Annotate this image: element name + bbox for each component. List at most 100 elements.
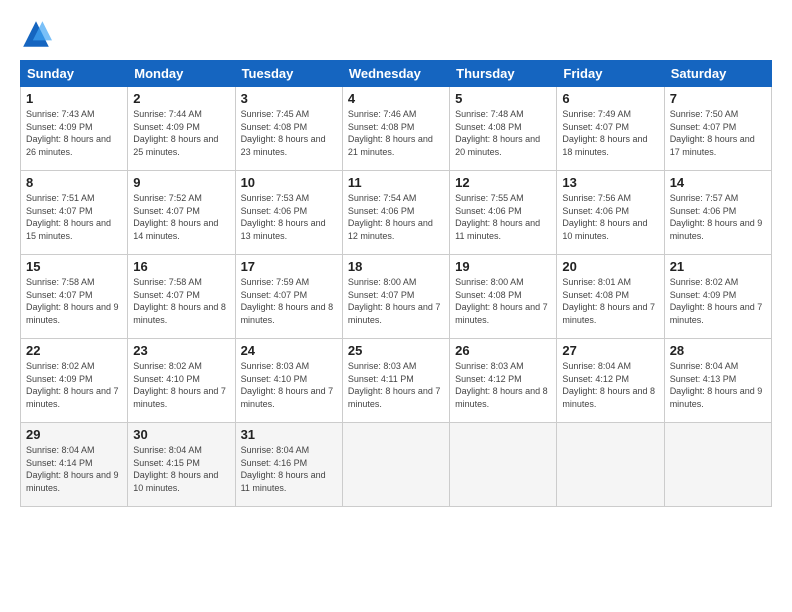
cell-details: Sunrise: 8:00 AMSunset: 4:08 PMDaylight:…	[455, 277, 548, 325]
week-row-3: 15 Sunrise: 7:58 AMSunset: 4:07 PMDaylig…	[21, 255, 772, 339]
cell-details: Sunrise: 7:57 AMSunset: 4:06 PMDaylight:…	[670, 193, 763, 241]
cell-details: Sunrise: 8:04 AMSunset: 4:14 PMDaylight:…	[26, 445, 119, 493]
cell-details: Sunrise: 8:02 AMSunset: 4:09 PMDaylight:…	[670, 277, 763, 325]
calendar-cell: 5 Sunrise: 7:48 AMSunset: 4:08 PMDayligh…	[450, 87, 557, 171]
calendar-cell: 16 Sunrise: 7:58 AMSunset: 4:07 PMDaylig…	[128, 255, 235, 339]
calendar-cell: 14 Sunrise: 7:57 AMSunset: 4:06 PMDaylig…	[664, 171, 771, 255]
calendar-cell: 25 Sunrise: 8:03 AMSunset: 4:11 PMDaylig…	[342, 339, 449, 423]
calendar-cell: 23 Sunrise: 8:02 AMSunset: 4:10 PMDaylig…	[128, 339, 235, 423]
logo-icon	[20, 18, 52, 50]
cell-details: Sunrise: 7:54 AMSunset: 4:06 PMDaylight:…	[348, 193, 433, 241]
day-number: 27	[562, 343, 658, 358]
calendar-cell	[450, 423, 557, 507]
calendar-cell: 7 Sunrise: 7:50 AMSunset: 4:07 PMDayligh…	[664, 87, 771, 171]
day-header-friday: Friday	[557, 61, 664, 87]
calendar-cell: 12 Sunrise: 7:55 AMSunset: 4:06 PMDaylig…	[450, 171, 557, 255]
day-number: 16	[133, 259, 229, 274]
day-header-sunday: Sunday	[21, 61, 128, 87]
day-number: 3	[241, 91, 337, 106]
day-number: 9	[133, 175, 229, 190]
day-number: 15	[26, 259, 122, 274]
calendar-cell: 10 Sunrise: 7:53 AMSunset: 4:06 PMDaylig…	[235, 171, 342, 255]
cell-details: Sunrise: 7:55 AMSunset: 4:06 PMDaylight:…	[455, 193, 540, 241]
calendar-cell: 31 Sunrise: 8:04 AMSunset: 4:16 PMDaylig…	[235, 423, 342, 507]
calendar-cell: 27 Sunrise: 8:04 AMSunset: 4:12 PMDaylig…	[557, 339, 664, 423]
cell-details: Sunrise: 8:04 AMSunset: 4:15 PMDaylight:…	[133, 445, 218, 493]
day-number: 7	[670, 91, 766, 106]
day-number: 1	[26, 91, 122, 106]
cell-details: Sunrise: 7:58 AMSunset: 4:07 PMDaylight:…	[26, 277, 119, 325]
cell-details: Sunrise: 8:04 AMSunset: 4:16 PMDaylight:…	[241, 445, 326, 493]
calendar-cell: 30 Sunrise: 8:04 AMSunset: 4:15 PMDaylig…	[128, 423, 235, 507]
cell-details: Sunrise: 7:49 AMSunset: 4:07 PMDaylight:…	[562, 109, 647, 157]
header	[20, 18, 772, 50]
calendar-cell: 18 Sunrise: 8:00 AMSunset: 4:07 PMDaylig…	[342, 255, 449, 339]
calendar-cell: 20 Sunrise: 8:01 AMSunset: 4:08 PMDaylig…	[557, 255, 664, 339]
cell-details: Sunrise: 8:01 AMSunset: 4:08 PMDaylight:…	[562, 277, 655, 325]
day-number: 23	[133, 343, 229, 358]
calendar-cell: 9 Sunrise: 7:52 AMSunset: 4:07 PMDayligh…	[128, 171, 235, 255]
week-row-5: 29 Sunrise: 8:04 AMSunset: 4:14 PMDaylig…	[21, 423, 772, 507]
calendar-cell: 8 Sunrise: 7:51 AMSunset: 4:07 PMDayligh…	[21, 171, 128, 255]
day-number: 20	[562, 259, 658, 274]
day-number: 8	[26, 175, 122, 190]
calendar-cell: 24 Sunrise: 8:03 AMSunset: 4:10 PMDaylig…	[235, 339, 342, 423]
cell-details: Sunrise: 7:45 AMSunset: 4:08 PMDaylight:…	[241, 109, 326, 157]
calendar-cell: 21 Sunrise: 8:02 AMSunset: 4:09 PMDaylig…	[664, 255, 771, 339]
cell-details: Sunrise: 7:56 AMSunset: 4:06 PMDaylight:…	[562, 193, 647, 241]
calendar-cell	[557, 423, 664, 507]
day-number: 28	[670, 343, 766, 358]
calendar-body: 1 Sunrise: 7:43 AMSunset: 4:09 PMDayligh…	[21, 87, 772, 507]
calendar-cell: 28 Sunrise: 8:04 AMSunset: 4:13 PMDaylig…	[664, 339, 771, 423]
calendar-cell: 19 Sunrise: 8:00 AMSunset: 4:08 PMDaylig…	[450, 255, 557, 339]
cell-details: Sunrise: 7:50 AMSunset: 4:07 PMDaylight:…	[670, 109, 755, 157]
day-number: 29	[26, 427, 122, 442]
day-number: 18	[348, 259, 444, 274]
page: SundayMondayTuesdayWednesdayThursdayFrid…	[0, 0, 792, 612]
day-number: 11	[348, 175, 444, 190]
day-header-tuesday: Tuesday	[235, 61, 342, 87]
cell-details: Sunrise: 7:48 AMSunset: 4:08 PMDaylight:…	[455, 109, 540, 157]
calendar-cell: 1 Sunrise: 7:43 AMSunset: 4:09 PMDayligh…	[21, 87, 128, 171]
day-number: 19	[455, 259, 551, 274]
cell-details: Sunrise: 7:52 AMSunset: 4:07 PMDaylight:…	[133, 193, 218, 241]
day-number: 14	[670, 175, 766, 190]
cell-details: Sunrise: 8:02 AMSunset: 4:09 PMDaylight:…	[26, 361, 119, 409]
logo	[20, 18, 56, 50]
calendar-cell: 26 Sunrise: 8:03 AMSunset: 4:12 PMDaylig…	[450, 339, 557, 423]
calendar-cell: 2 Sunrise: 7:44 AMSunset: 4:09 PMDayligh…	[128, 87, 235, 171]
cell-details: Sunrise: 7:53 AMSunset: 4:06 PMDaylight:…	[241, 193, 326, 241]
day-number: 12	[455, 175, 551, 190]
calendar-cell	[664, 423, 771, 507]
cell-details: Sunrise: 8:00 AMSunset: 4:07 PMDaylight:…	[348, 277, 441, 325]
day-number: 25	[348, 343, 444, 358]
day-number: 2	[133, 91, 229, 106]
day-header-saturday: Saturday	[664, 61, 771, 87]
day-header-wednesday: Wednesday	[342, 61, 449, 87]
calendar-cell: 15 Sunrise: 7:58 AMSunset: 4:07 PMDaylig…	[21, 255, 128, 339]
day-number: 17	[241, 259, 337, 274]
calendar-cell: 3 Sunrise: 7:45 AMSunset: 4:08 PMDayligh…	[235, 87, 342, 171]
cell-details: Sunrise: 7:46 AMSunset: 4:08 PMDaylight:…	[348, 109, 433, 157]
calendar-table: SundayMondayTuesdayWednesdayThursdayFrid…	[20, 60, 772, 507]
cell-details: Sunrise: 8:04 AMSunset: 4:12 PMDaylight:…	[562, 361, 655, 409]
cell-details: Sunrise: 7:58 AMSunset: 4:07 PMDaylight:…	[133, 277, 226, 325]
calendar-header: SundayMondayTuesdayWednesdayThursdayFrid…	[21, 61, 772, 87]
cell-details: Sunrise: 7:59 AMSunset: 4:07 PMDaylight:…	[241, 277, 334, 325]
calendar-cell: 29 Sunrise: 8:04 AMSunset: 4:14 PMDaylig…	[21, 423, 128, 507]
cell-details: Sunrise: 8:02 AMSunset: 4:10 PMDaylight:…	[133, 361, 226, 409]
day-number: 22	[26, 343, 122, 358]
cell-details: Sunrise: 8:04 AMSunset: 4:13 PMDaylight:…	[670, 361, 763, 409]
day-number: 26	[455, 343, 551, 358]
cell-details: Sunrise: 7:43 AMSunset: 4:09 PMDaylight:…	[26, 109, 111, 157]
calendar-cell: 13 Sunrise: 7:56 AMSunset: 4:06 PMDaylig…	[557, 171, 664, 255]
day-number: 24	[241, 343, 337, 358]
cell-details: Sunrise: 8:03 AMSunset: 4:11 PMDaylight:…	[348, 361, 441, 409]
day-number: 10	[241, 175, 337, 190]
day-number: 31	[241, 427, 337, 442]
calendar-cell: 17 Sunrise: 7:59 AMSunset: 4:07 PMDaylig…	[235, 255, 342, 339]
day-header-thursday: Thursday	[450, 61, 557, 87]
day-number: 21	[670, 259, 766, 274]
week-row-1: 1 Sunrise: 7:43 AMSunset: 4:09 PMDayligh…	[21, 87, 772, 171]
calendar-cell: 22 Sunrise: 8:02 AMSunset: 4:09 PMDaylig…	[21, 339, 128, 423]
